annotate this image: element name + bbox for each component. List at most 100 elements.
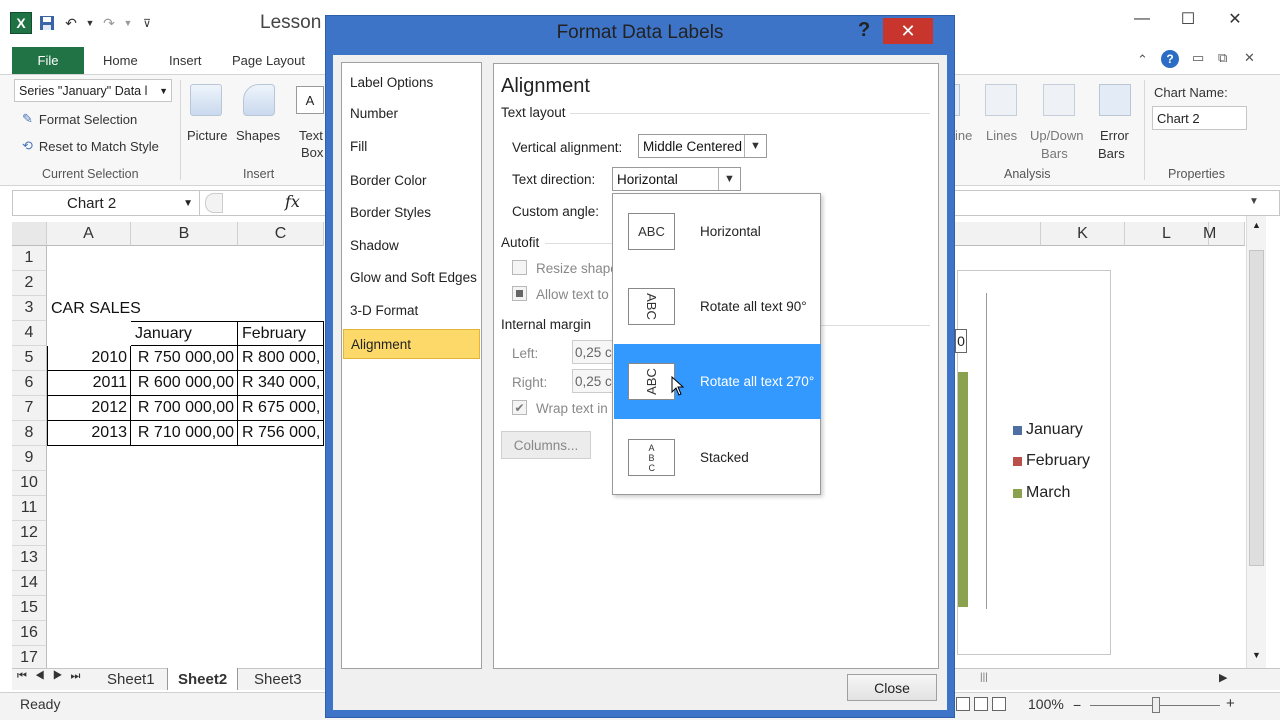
chevron-down-icon[interactable]: ▼ [183, 198, 193, 209]
insert-function-icon[interactable]: fx [285, 192, 300, 211]
cell-february-value[interactable]: R 800 000, [238, 346, 324, 371]
chart-bar-march[interactable] [958, 372, 968, 607]
redo-icon[interactable]: ↷ [100, 14, 118, 32]
dialog-close-button[interactable]: Close [847, 674, 937, 701]
zoom-in-icon[interactable]: + [1226, 695, 1235, 712]
category-alignment[interactable]: Alignment [343, 329, 480, 359]
dialog-help-icon[interactable]: ? [858, 19, 870, 42]
zoom-out-icon[interactable]: − [1073, 697, 1081, 713]
scroll-up-icon[interactable]: ▲ [1252, 220, 1261, 230]
worksheet-grid[interactable]: A B C 1 2 3 4 5 6 7 8 9 10 11 12 13 14 15 16 17 [12, 222, 324, 671]
cell-year[interactable]: 2013 [47, 421, 131, 446]
selected-data-label[interactable]: 0 [955, 329, 967, 353]
text-direction-select[interactable]: Horizontal ▼ [612, 167, 741, 191]
chart-elements-select[interactable]: Series "January" Data l ▼ [14, 79, 172, 102]
row-header[interactable]: 15 [12, 596, 47, 621]
resize-shape-checkbox[interactable] [512, 260, 527, 275]
row-header[interactable]: 2 [12, 271, 47, 296]
sheet-tab-sheet1[interactable]: Sheet1 [97, 668, 165, 690]
category-number[interactable]: Number [343, 98, 480, 128]
cell-february-value[interactable]: R 675 000, [238, 396, 324, 421]
left-margin-input[interactable]: 0,25 c [572, 340, 613, 364]
error-bars-icon[interactable] [1099, 84, 1131, 116]
cell-header-january[interactable]: January [131, 321, 238, 346]
workbook-close-icon[interactable]: ✕ [1244, 50, 1255, 66]
scroll-right-icon[interactable]: ▶ [1219, 671, 1227, 684]
right-margin-input[interactable]: 0,25 c [572, 369, 613, 393]
cell-year[interactable]: 2010 [47, 346, 131, 371]
cell-january-value[interactable]: R 700 000,00 [131, 396, 238, 421]
row-header[interactable]: 8 [12, 421, 47, 446]
row-header[interactable]: 7 [12, 396, 47, 421]
sheet-nav-arrows-icon[interactable]: ⏮◀▶⏭ [17, 670, 88, 683]
text-box-icon[interactable]: A [296, 86, 324, 114]
scroll-thumb[interactable] [1249, 250, 1264, 566]
allow-overflow-checkbox[interactable] [512, 286, 527, 301]
column-header[interactable]: L [1125, 222, 1209, 246]
sheet-tab-sheet2[interactable]: Sheet2 [167, 668, 239, 690]
row-header[interactable]: 14 [12, 571, 47, 596]
undo-icon[interactable]: ↶ [62, 14, 80, 32]
category-label-options[interactable]: Label Options [343, 67, 480, 97]
vertical-alignment-select[interactable]: Middle Centered ▼ [638, 134, 767, 158]
formula-splitter-icon[interactable] [205, 193, 223, 213]
option-horizontal[interactable]: ABC Horizontal [614, 194, 821, 269]
select-all-corner[interactable] [12, 222, 47, 246]
picture-button[interactable] [190, 84, 222, 116]
column-header-j[interactable] [955, 222, 1041, 246]
row-header[interactable]: 6 [12, 371, 47, 396]
row-header[interactable]: 12 [12, 521, 47, 546]
minimize-ribbon-icon[interactable]: ⌃ [1137, 52, 1148, 68]
column-header[interactable]: A [47, 222, 131, 246]
column-header[interactable]: M [1203, 222, 1245, 246]
category-shadow[interactable]: Shadow [343, 230, 480, 260]
row-header[interactable]: 10 [12, 471, 47, 496]
row-header[interactable]: 9 [12, 446, 47, 471]
chart-name-input[interactable]: Chart 2 [1152, 106, 1247, 130]
cell-title[interactable]: CAR SALES [51, 296, 141, 321]
row-header[interactable]: 13 [12, 546, 47, 571]
updown-bars-icon[interactable] [1043, 84, 1075, 116]
save-icon[interactable] [38, 14, 56, 32]
column-header[interactable]: K [1041, 222, 1125, 246]
legend-item-march[interactable]: March [1013, 484, 1070, 502]
wrap-text-checkbox[interactable]: ✔ [512, 400, 527, 415]
cell-january-value[interactable]: R 600 000,00 [131, 371, 238, 396]
workbook-minimize-icon[interactable]: ▭ [1192, 50, 1204, 66]
cell-february-value[interactable]: R 756 000, [238, 421, 324, 446]
undo-dropdown-icon[interactable]: ▼ [86, 14, 95, 32]
redo-dropdown-icon[interactable]: ▼ [124, 14, 133, 32]
zoom-slider-thumb[interactable] [1152, 697, 1160, 713]
customize-qat-icon[interactable]: ⊽ [138, 14, 156, 32]
option-stacked[interactable]: A B C Stacked [614, 420, 821, 495]
lines-icon[interactable] [985, 84, 1017, 116]
category-3d-format[interactable]: 3-D Format [343, 295, 480, 325]
row-header[interactable]: 4 [12, 321, 47, 346]
name-box[interactable]: Chart 2 ▼ [12, 190, 200, 216]
cell-february-value[interactable]: R 340 000, [238, 371, 324, 396]
excel-logo-icon[interactable]: X [10, 12, 32, 34]
columns-button[interactable]: Columns... [501, 431, 591, 459]
row-header[interactable]: 16 [12, 621, 47, 646]
category-border-styles[interactable]: Border Styles [343, 197, 480, 227]
cell-year[interactable]: 2012 [47, 396, 131, 421]
cell-january-value[interactable]: R 750 000,00 [131, 346, 238, 371]
tab-file[interactable]: File [12, 47, 84, 74]
close-window-button[interactable]: ✕ [1215, 6, 1255, 32]
column-header[interactable]: B [131, 222, 238, 246]
tab-home[interactable]: Home [103, 53, 138, 68]
category-fill[interactable]: Fill [343, 131, 480, 161]
category-border-color[interactable]: Border Color [343, 165, 480, 195]
restore-button[interactable]: ☐ [1168, 6, 1208, 32]
page-break-view-icon[interactable] [992, 697, 1006, 711]
cell-header-february[interactable]: February [238, 321, 324, 346]
tab-insert[interactable]: Insert [169, 53, 202, 68]
legend-item-january[interactable]: January [1013, 421, 1083, 439]
reset-style-button[interactable]: ⟲ Reset to Match Style [22, 138, 159, 154]
zoom-level[interactable]: 100% [1028, 696, 1064, 712]
row-header[interactable]: 1 [12, 246, 47, 271]
scroll-down-icon[interactable]: ▼ [1252, 650, 1261, 660]
format-selection-button[interactable]: ✎ Format Selection [22, 111, 137, 127]
shapes-button[interactable] [243, 84, 275, 116]
option-rotate-270[interactable]: ABC Rotate all text 270° [614, 344, 821, 419]
